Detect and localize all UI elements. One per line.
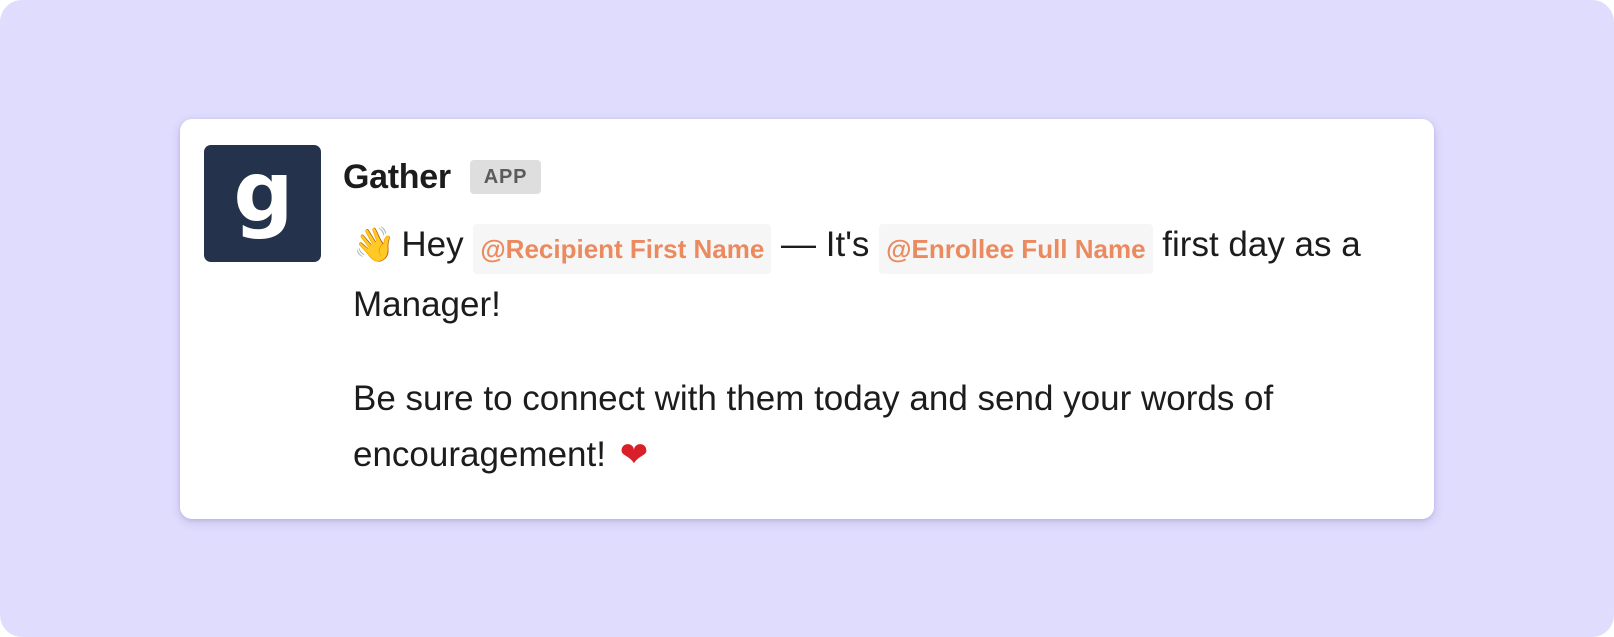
mention-enrollee[interactable]: @Enrollee Full Name <box>879 224 1153 274</box>
greeting-text: Hey <box>401 225 464 264</box>
app-avatar[interactable]: g <box>204 145 321 262</box>
sender-name[interactable]: Gather <box>343 158 451 197</box>
mention-recipient[interactable]: @Recipient First Name <box>473 224 772 274</box>
message-paragraph-2: Be sure to connect with them today and s… <box>353 371 1413 483</box>
waving-hand-icon: 👋 <box>353 226 396 264</box>
encouragement-text: Be sure to connect with them today and s… <box>353 379 1274 474</box>
message-body: 👋 Hey @Recipient First Name — It's @Enrol… <box>353 215 1413 483</box>
message-paragraph-1: 👋 Hey @Recipient First Name — It's @Enrol… <box>353 215 1413 335</box>
dash-text: — It's <box>781 225 870 264</box>
app-badge: APP <box>469 160 542 194</box>
message-card: g Gather APP 👋 Hey @Recipient First Name … <box>180 119 1434 519</box>
background-canvas: g Gather APP 👋 Hey @Recipient First Name … <box>0 0 1614 637</box>
message-header: Gather APP <box>343 157 542 197</box>
avatar-letter: g <box>233 142 293 241</box>
heart-icon: ❤ <box>619 435 649 475</box>
